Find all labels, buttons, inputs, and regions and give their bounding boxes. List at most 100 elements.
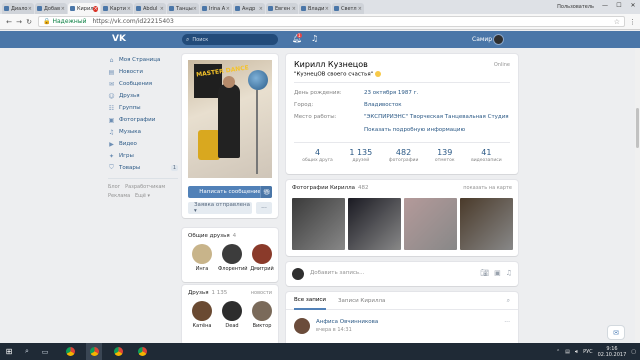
sidebar-item[interactable]: ▣ Фотографии xyxy=(108,114,178,126)
friend-item[interactable]: Dead xyxy=(218,301,246,329)
music-note-icon[interactable]: ♫ xyxy=(311,34,318,43)
tab-close-icon[interactable]: × xyxy=(93,5,98,12)
tab-close-icon[interactable]: × xyxy=(259,6,263,12)
profile-counter[interactable]: 4 общих друга xyxy=(302,148,333,163)
sidebar-item[interactable]: ☺ Друзья xyxy=(108,90,178,102)
chat-bubble-icon[interactable]: ✉ xyxy=(608,326,624,339)
footer-link-ads[interactable]: Реклама xyxy=(108,193,130,199)
tab-close-icon[interactable]: × xyxy=(127,6,131,12)
show-on-map-link[interactable]: показать на карте xyxy=(463,185,512,191)
browser-tab[interactable]: Влади × xyxy=(299,3,331,14)
browser-tab[interactable]: Добав × xyxy=(35,3,67,14)
info-value[interactable]: "ЭКСПИРИЭНС" Творческая Танцевальная Сту… xyxy=(364,114,509,120)
header-user-name[interactable]: Самир xyxy=(472,36,492,43)
language-indicator[interactable]: РУС xyxy=(583,349,593,355)
back-arrow-icon[interactable]: ← xyxy=(4,18,14,26)
sidebar-item[interactable]: ▶ Видео xyxy=(108,138,178,150)
tray-expand-icon[interactable]: ⌃ xyxy=(556,349,560,355)
search-icon[interactable]: ⌕ xyxy=(18,343,36,360)
photo-thumbnail[interactable] xyxy=(404,198,457,250)
tab-close-icon[interactable]: × xyxy=(325,6,329,12)
taskbar-app-button[interactable] xyxy=(86,343,102,360)
vk-search-input[interactable]: ⌕ Поиск xyxy=(182,34,278,45)
add-post-input[interactable]: Добавить запись... xyxy=(310,270,364,276)
taskbar-app-button[interactable] xyxy=(62,343,78,360)
photos-title[interactable]: Фотографии Кирилла 482 xyxy=(292,185,368,191)
footer-link-dev[interactable]: Разработчикам xyxy=(125,184,165,190)
browser-tab[interactable]: Кирил × xyxy=(68,3,100,14)
browser-tab[interactable]: Светл × xyxy=(332,3,364,14)
notifications-icon[interactable]: ▢ xyxy=(631,349,636,355)
camera-icon[interactable]: 📷︎ xyxy=(480,269,489,277)
footer-link-blog[interactable]: Блог xyxy=(108,184,120,190)
friend-item[interactable]: Инга xyxy=(188,244,216,272)
tab-close-icon[interactable]: × xyxy=(61,6,65,12)
write-message-button[interactable]: Написать сообщение 🎁︎ xyxy=(188,186,272,198)
gift-icon[interactable]: 🎁︎ xyxy=(260,186,272,198)
forward-arrow-icon[interactable]: → xyxy=(14,18,24,26)
music-icon[interactable]: ♫ xyxy=(506,269,512,277)
info-value[interactable]: Владивосток xyxy=(364,102,402,108)
taskbar-app-button[interactable] xyxy=(134,343,150,360)
info-value[interactable]: 23 октября 1987 г. xyxy=(364,90,418,96)
profile-counter[interactable]: 41 видеозаписи xyxy=(471,148,502,163)
sidebar-item[interactable]: ✦ Игры xyxy=(108,150,178,162)
browser-profile-label[interactable]: Пользователь xyxy=(553,4,598,10)
browser-tab[interactable]: Андр × xyxy=(233,3,265,14)
minimize-button[interactable]: — xyxy=(598,0,612,11)
maximize-button[interactable]: ☐ xyxy=(612,0,626,11)
sidebar-item[interactable]: ☷ Группы xyxy=(108,102,178,114)
volume-icon[interactable]: 🔊︎ xyxy=(575,349,578,355)
profile-counter[interactable]: 1 135 друзей xyxy=(349,148,372,163)
tab-close-icon[interactable]: × xyxy=(292,6,296,12)
friend-item[interactable]: Катёна xyxy=(188,301,216,329)
tab-owner-posts[interactable]: Записи Кирилла xyxy=(338,292,385,310)
clock[interactable]: 9:16 02.10.2017 xyxy=(598,346,627,358)
profile-counter[interactable]: 139 отметок xyxy=(435,148,455,163)
video-icon[interactable]: ▣ xyxy=(494,269,501,277)
scrollbar-thumb[interactable] xyxy=(636,108,639,148)
vk-logo[interactable]: VK xyxy=(112,34,126,44)
browser-tab[interactable]: Диало × xyxy=(2,3,34,14)
common-friends-title[interactable]: Общие друзья 4 xyxy=(188,233,236,239)
url-field[interactable]: 🔒 Надежный https://vk.com/id22215403 ☆ xyxy=(38,16,625,27)
tab-close-icon[interactable]: × xyxy=(226,6,230,12)
header-avatar[interactable] xyxy=(493,34,504,45)
post-avatar[interactable] xyxy=(294,318,310,334)
more-actions-button[interactable]: ··· xyxy=(256,202,272,214)
browser-tab[interactable]: Irina A × xyxy=(200,3,232,14)
post-author-name[interactable]: Анфиса Овчинникова xyxy=(316,319,378,325)
browser-tab[interactable]: Abdul × xyxy=(134,3,166,14)
taskbar-app-button[interactable] xyxy=(110,343,126,360)
sidebar-item[interactable]: ♫ Музыка xyxy=(108,126,178,138)
friend-item[interactable]: Дмитрий xyxy=(248,244,276,272)
tab-close-icon[interactable]: × xyxy=(160,6,164,12)
wall-search-icon[interactable]: ⌕ xyxy=(507,297,510,305)
profile-avatar[interactable]: MASTER DANCE xyxy=(188,60,272,178)
photo-thumbnail[interactable] xyxy=(348,198,401,250)
windows-start-icon[interactable]: ⊞ xyxy=(0,343,18,360)
photo-thumbnail[interactable] xyxy=(460,198,513,250)
profile-counter[interactable]: 482 фотографии xyxy=(389,148,419,163)
photo-thumbnail[interactable] xyxy=(292,198,345,250)
friends-title[interactable]: Друзья 1 135 xyxy=(188,290,227,296)
sidebar-item[interactable]: ⛉ Товары 1 xyxy=(108,162,178,174)
friend-item[interactable]: Виктор xyxy=(248,301,276,329)
tab-close-icon[interactable]: × xyxy=(28,6,32,12)
tab-close-icon[interactable]: × xyxy=(193,6,197,12)
tab-close-icon[interactable]: × xyxy=(358,6,362,12)
friend-item[interactable]: Флорентий xyxy=(218,244,248,272)
friend-request-button[interactable]: Заявка отправлена ▾ xyxy=(188,202,252,214)
bookmark-star-icon[interactable]: ☆ xyxy=(614,18,620,26)
show-more-info-link[interactable]: Показать подробную информацию xyxy=(364,127,465,133)
network-icon[interactable]: ▤ xyxy=(565,349,570,355)
sidebar-item[interactable]: ⌂ Моя Страница xyxy=(108,54,178,66)
reload-icon[interactable]: ↻ xyxy=(24,18,34,26)
footer-link-more[interactable]: Ещё ▾ xyxy=(135,193,150,199)
browser-tab[interactable]: Евген × xyxy=(266,3,298,14)
tab-all-posts[interactable]: Все записи xyxy=(294,292,326,310)
page-scrollbar[interactable] xyxy=(635,48,640,343)
post-menu-icon[interactable]: ··· xyxy=(504,319,510,326)
browser-tab[interactable]: Танцы × xyxy=(167,3,199,14)
browser-tab[interactable]: Карти × xyxy=(101,3,133,14)
